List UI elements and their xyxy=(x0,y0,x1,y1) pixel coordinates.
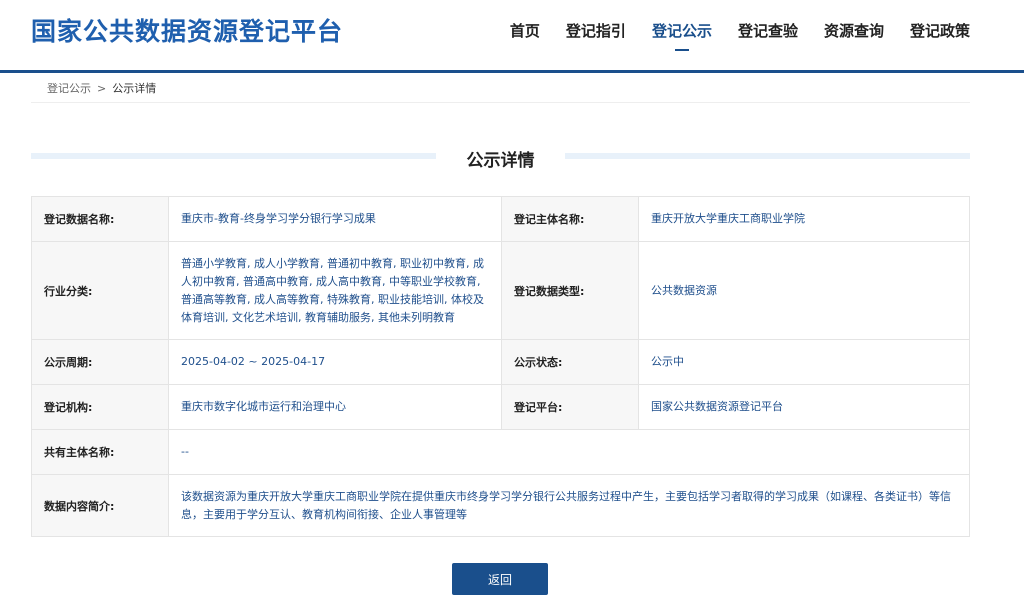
co-owner-label: 共有主体名称: xyxy=(31,429,169,475)
site-logo-title[interactable]: 国家公共数据资源登记平台 xyxy=(31,12,343,48)
detail-table: 登记数据名称: 重庆市-教育-终身学习学分银行学习成果 登记主体名称: 重庆开放… xyxy=(31,196,970,537)
breadcrumb-parent-link[interactable]: 登记公示 xyxy=(47,82,91,95)
subject-label: 登记主体名称: xyxy=(501,196,639,242)
period-value: 2025-04-02 ~ 2025-04-17 xyxy=(168,339,502,385)
nav-announcement[interactable]: 登记公示 xyxy=(652,20,712,47)
status-value: 公示中 xyxy=(638,339,970,385)
breadcrumb-current: 公示详情 xyxy=(112,82,157,95)
summary-value: 该数据资源为重庆开放大学重庆工商职业学院在提供重庆市终身学习学分银行公共服务过程… xyxy=(168,474,970,537)
table-row: 行业分类: 普通小学教育, 成人小学教育, 普通初中教育, 职业初中教育, 成人… xyxy=(31,241,970,340)
org-value: 重庆市数字化城市运行和治理中心 xyxy=(168,384,502,430)
nav-verify[interactable]: 登记查验 xyxy=(738,20,798,47)
co-owner-value: -- xyxy=(168,429,970,475)
title-decoration-right xyxy=(565,153,970,159)
divider xyxy=(31,102,970,103)
subject-value: 重庆开放大学重庆工商职业学院 xyxy=(638,196,970,242)
summary-label: 数据内容简介: xyxy=(31,474,169,537)
breadcrumb: 登记公示 > 公示详情 xyxy=(47,80,156,96)
table-row: 登记机构: 重庆市数字化城市运行和治理中心 登记平台: 国家公共数据资源登记平台 xyxy=(31,384,970,430)
back-button[interactable]: 返回 xyxy=(452,563,548,595)
section-title-row: 公示详情 xyxy=(31,143,970,171)
main-nav: 首页 登记指引 登记公示 登记查验 资源查询 登记政策 xyxy=(510,20,970,47)
table-row: 公示周期: 2025-04-02 ~ 2025-04-17 公示状态: 公示中 xyxy=(31,339,970,385)
industry-value: 普通小学教育, 成人小学教育, 普通初中教育, 职业初中教育, 成人初中教育, … xyxy=(168,241,502,340)
table-row: 登记数据名称: 重庆市-教育-终身学习学分银行学习成果 登记主体名称: 重庆开放… xyxy=(31,196,970,242)
table-row: 共有主体名称: -- xyxy=(31,429,970,475)
data-name-value: 重庆市-教育-终身学习学分银行学习成果 xyxy=(168,196,502,242)
platform-value: 国家公共数据资源登记平台 xyxy=(638,384,970,430)
nav-resource-search[interactable]: 资源查询 xyxy=(824,20,884,47)
nav-guide[interactable]: 登记指引 xyxy=(566,20,626,47)
org-label: 登记机构: xyxy=(31,384,169,430)
breadcrumb-separator: > xyxy=(97,82,107,95)
table-row: 数据内容简介: 该数据资源为重庆开放大学重庆工商职业学院在提供重庆市终身学习学分… xyxy=(31,474,970,537)
status-label: 公示状态: xyxy=(501,339,639,385)
period-label: 公示周期: xyxy=(31,339,169,385)
industry-label: 行业分类: xyxy=(31,241,169,340)
data-name-label: 登记数据名称: xyxy=(31,196,169,242)
site-header: 国家公共数据资源登记平台 首页 登记指引 登记公示 登记查验 资源查询 登记政策 xyxy=(0,0,1024,73)
platform-label: 登记平台: xyxy=(501,384,639,430)
data-type-value: 公共数据资源 xyxy=(638,241,970,340)
data-type-label: 登记数据类型: xyxy=(501,241,639,340)
nav-policy[interactable]: 登记政策 xyxy=(910,20,970,47)
nav-home[interactable]: 首页 xyxy=(510,20,540,47)
